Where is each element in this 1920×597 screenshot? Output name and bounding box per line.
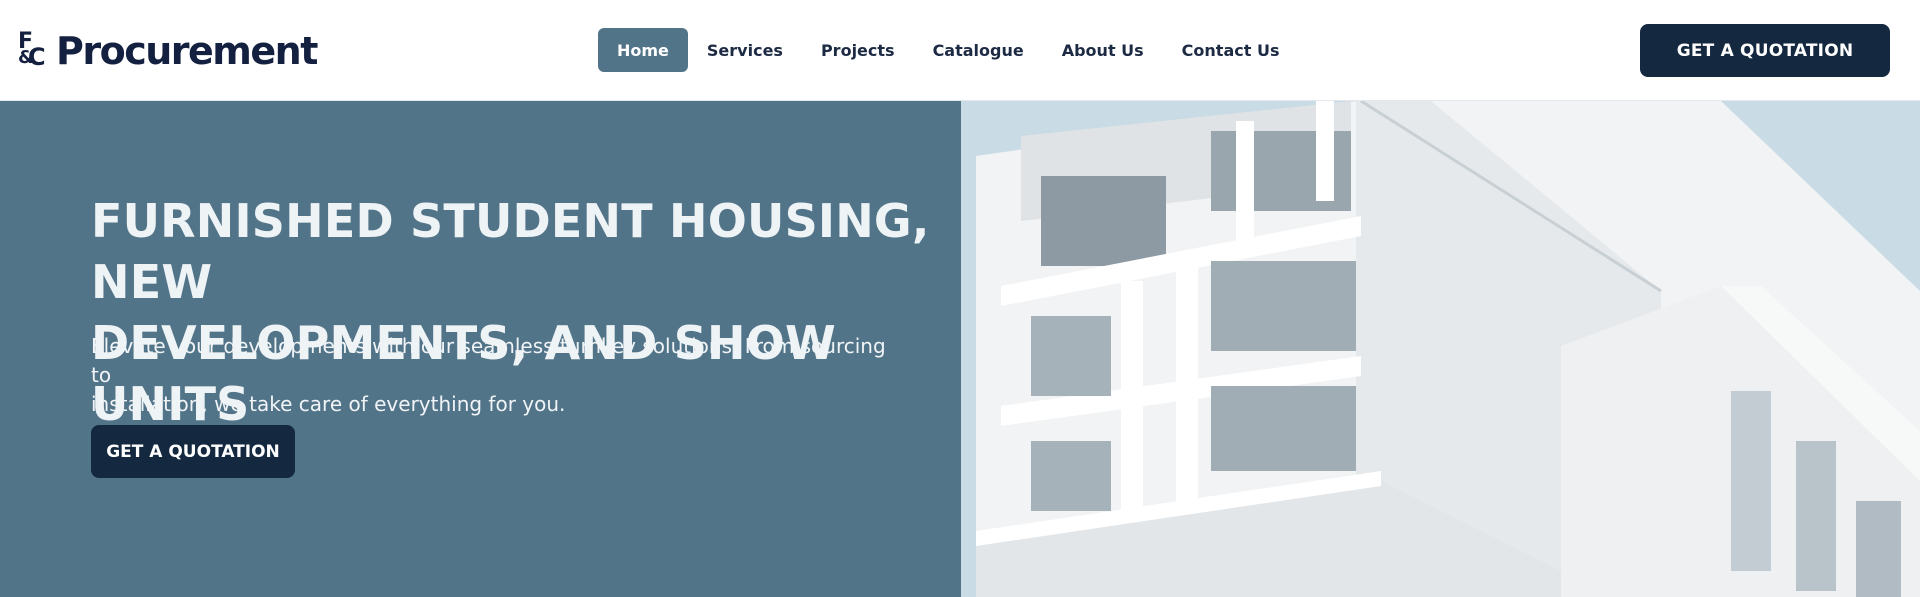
nav-item-catalogue[interactable]: Catalogue <box>914 28 1043 72</box>
window <box>1211 261 1356 351</box>
hero-title-line-1: FURNISHED STUDENT HOUSING, NEW <box>91 194 930 309</box>
nav-item-services[interactable]: Services <box>688 28 802 72</box>
site-header: F & C Procurement Home Services Projects… <box>0 0 1920 101</box>
brand-logo[interactable]: F & C Procurement <box>18 26 318 76</box>
brand-mark-icon: F & C <box>18 29 50 71</box>
nav-item-contact-us[interactable]: Contact Us <box>1163 28 1299 72</box>
window <box>1731 391 1771 571</box>
window <box>1856 501 1901 597</box>
brand-name: Procurement <box>56 29 318 73</box>
nav-item-projects[interactable]: Projects <box>802 28 914 72</box>
facade-fin <box>1121 281 1143 531</box>
hero-panel: FURNISHED STUDENT HOUSING, NEW DEVELOPME… <box>0 101 961 597</box>
main-nav: Home Services Projects Catalogue About U… <box>598 28 1298 72</box>
header-get-quotation-button[interactable]: GET A QUOTATION <box>1640 24 1890 77</box>
brand-mark-c: C <box>28 43 46 71</box>
hero-subtitle: Elevate your developments with our seaml… <box>91 332 911 419</box>
building-illustration <box>976 101 1920 597</box>
facade-fin <box>1236 121 1254 241</box>
hero-subtitle-line-1: Elevate your developments with our seaml… <box>91 334 886 387</box>
nav-item-about-us[interactable]: About Us <box>1043 28 1163 72</box>
facade-fin <box>1316 101 1334 201</box>
facade-fin <box>1176 261 1198 531</box>
window <box>1031 316 1111 396</box>
nav-item-home[interactable]: Home <box>598 28 688 72</box>
window <box>1041 176 1166 266</box>
window <box>1796 441 1836 591</box>
hero-building-image <box>961 101 1920 597</box>
hero-subtitle-line-2: installation, we take care of everything… <box>91 392 566 416</box>
hero-get-quotation-button[interactable]: GET A QUOTATION <box>91 425 295 478</box>
window <box>1031 441 1111 511</box>
window <box>1211 386 1356 471</box>
